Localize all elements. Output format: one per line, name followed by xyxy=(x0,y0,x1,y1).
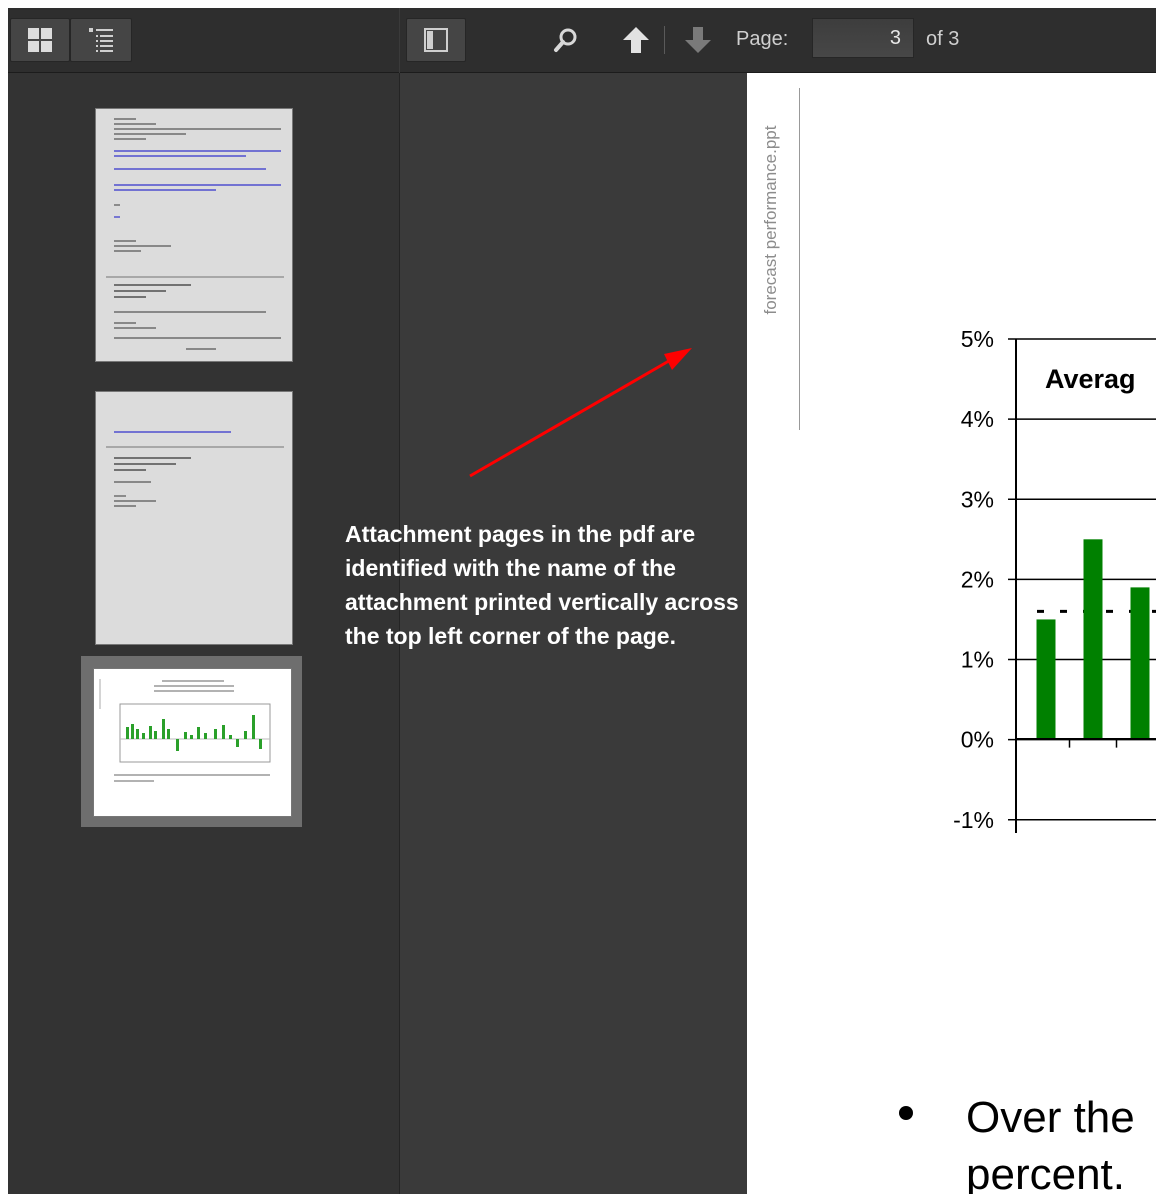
outline-view-icon xyxy=(89,28,113,52)
page-1-preview xyxy=(106,118,284,350)
page-count: of 3 xyxy=(926,28,960,50)
thumbnail-view-icon xyxy=(28,28,52,52)
next-page-icon xyxy=(685,27,711,53)
sidebar-toggle-button[interactable] xyxy=(406,18,466,62)
pdf-viewer-window: Page: of 3 xyxy=(8,8,1156,1194)
bar-78 xyxy=(1036,619,1056,740)
bullet-dot xyxy=(899,1106,913,1120)
main-toolbar: Page: of 3 xyxy=(400,8,1156,73)
y-tick-label: 4% xyxy=(961,406,994,432)
page-label: Page: xyxy=(736,28,789,50)
y-tick-label: 5% xyxy=(961,326,994,352)
page-number-input[interactable] xyxy=(812,18,914,58)
y-tick-label: 3% xyxy=(961,486,994,512)
bullet-text-line-1: Over the xyxy=(966,1093,1135,1142)
outline-view-button[interactable] xyxy=(70,18,132,62)
search-icon xyxy=(554,28,577,52)
next-page-button[interactable] xyxy=(682,24,714,56)
pdf-page: forecast performance.ppt 5% 4% 3% 2% 1% 0% -1%… xyxy=(747,73,1156,1194)
toolbar-separator xyxy=(664,26,665,54)
page-thumbnail-1[interactable] xyxy=(95,108,293,362)
annotation-text: Attachment pages in the pdf are identifi… xyxy=(345,521,739,649)
y-tick-label: -1% xyxy=(953,807,994,833)
thumbnail-view-button[interactable] xyxy=(10,18,70,62)
bar-chart: 5%4%3%2%1%0%-1%-2%-3%787980 Averag xyxy=(953,326,1156,833)
search-button[interactable] xyxy=(550,24,582,56)
thumbnail-sidebar xyxy=(8,73,400,1194)
chart-title: Averag xyxy=(1045,364,1136,394)
y-tick-label: 2% xyxy=(961,566,994,592)
page-3-preview xyxy=(99,679,271,782)
page-2-preview xyxy=(106,431,284,507)
previous-page-button[interactable] xyxy=(620,24,652,56)
y-tick-label: 1% xyxy=(961,647,994,673)
previous-page-icon xyxy=(623,27,649,53)
page-thumbnail-3[interactable] xyxy=(93,668,292,817)
bullet-text-line-2: percent. xyxy=(966,1150,1125,1194)
page-thumbnail-2[interactable] xyxy=(95,391,293,645)
bar-79 xyxy=(1083,539,1103,740)
y-tick-label: 0% xyxy=(961,727,994,753)
sidebar-toolbar xyxy=(8,8,399,73)
bar-80 xyxy=(1130,587,1150,740)
sidebar-toggle-icon xyxy=(424,28,448,52)
